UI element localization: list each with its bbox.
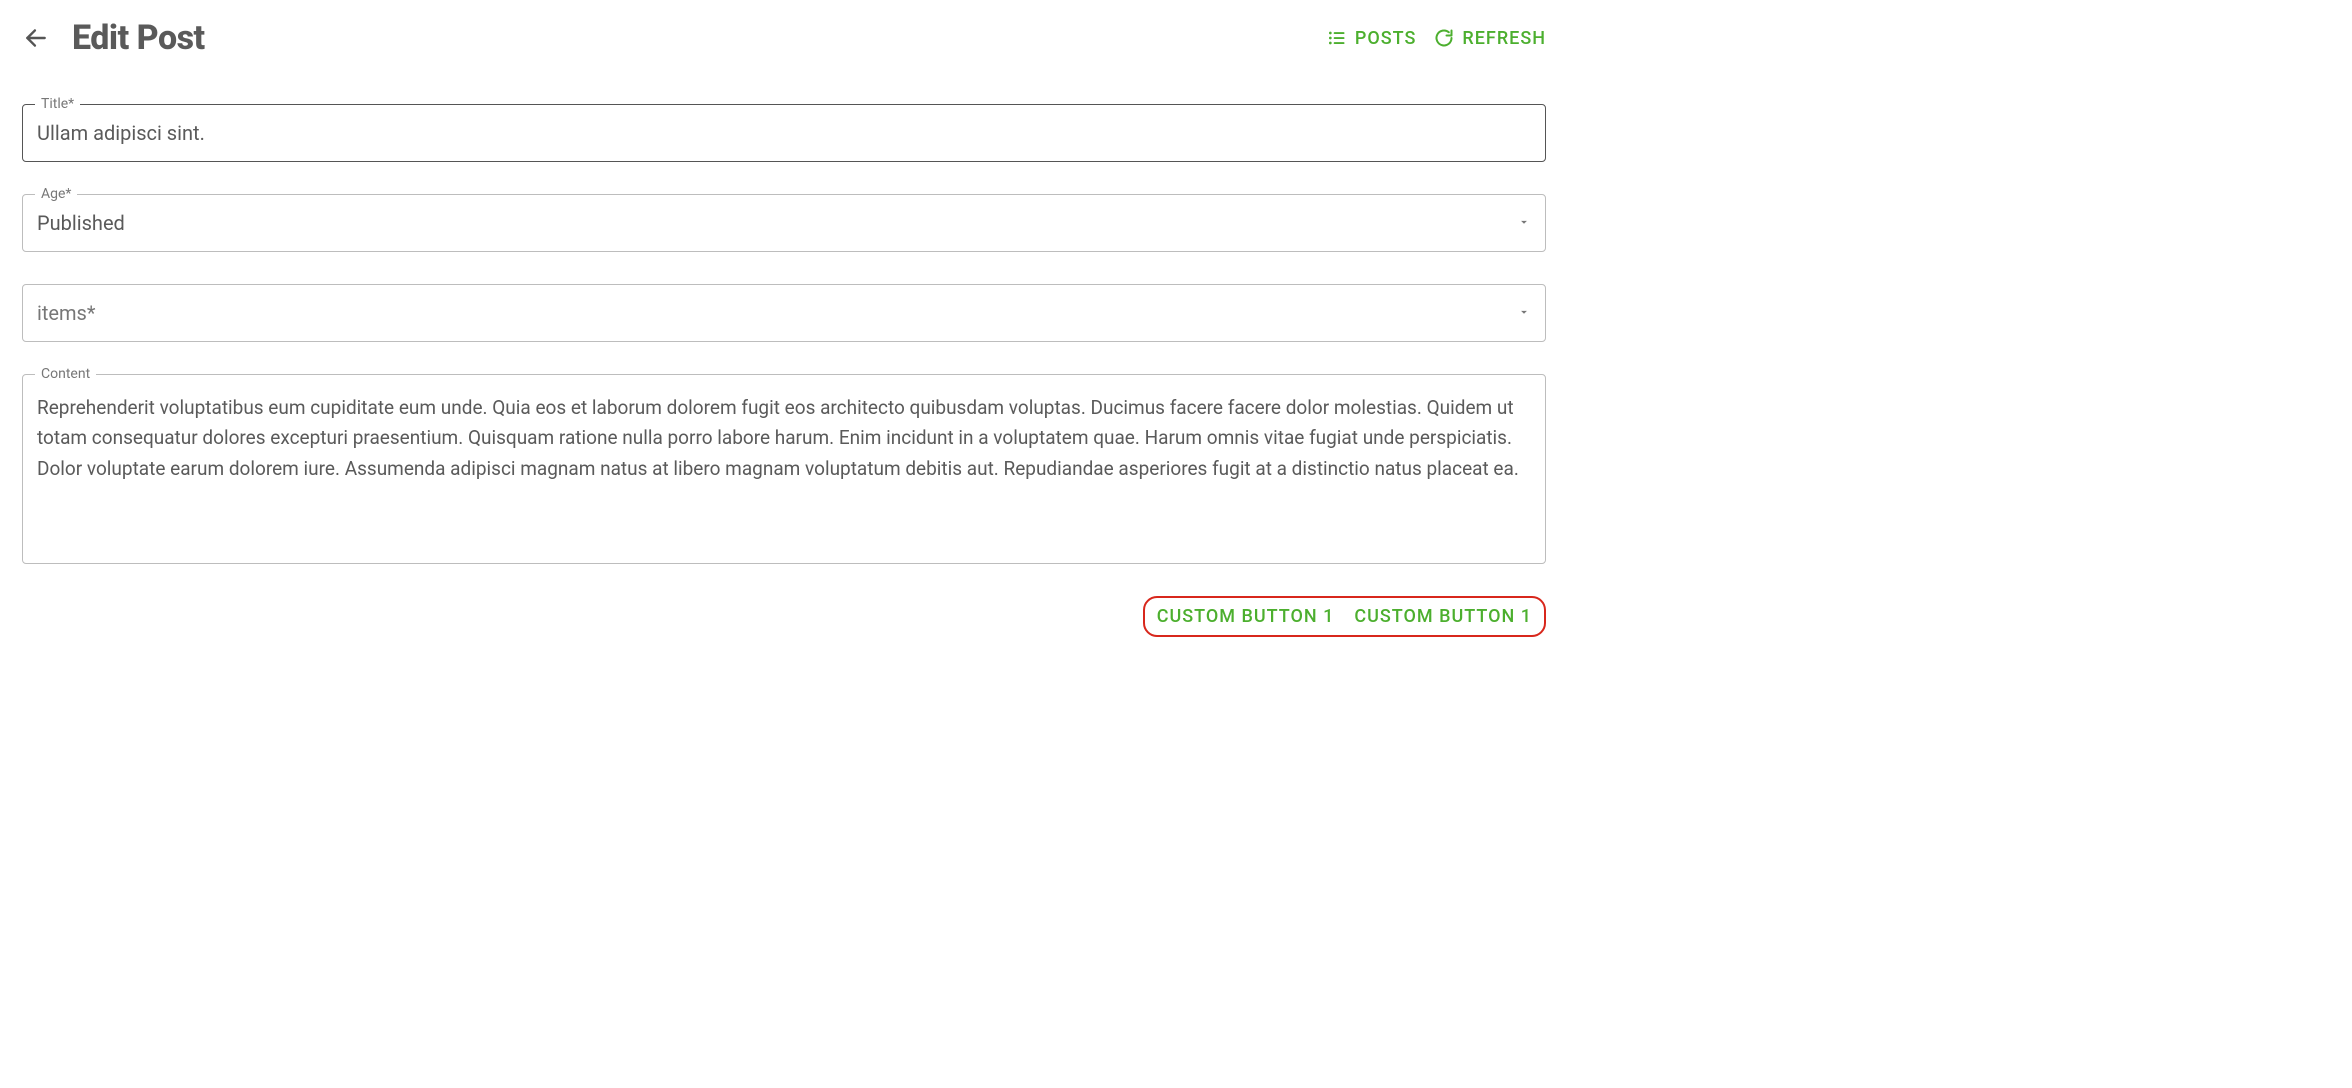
footer-highlight-box: CUSTOM BUTTON 1 CUSTOM BUTTON 1	[1143, 596, 1546, 637]
form: Title* Age* Published items*	[22, 104, 1546, 564]
age-value: Published	[37, 211, 125, 235]
content-field: Content	[22, 374, 1546, 564]
arrow-left-icon	[23, 25, 49, 51]
footer: CUSTOM BUTTON 1 CUSTOM BUTTON 1	[22, 596, 1546, 637]
items-placeholder: items*	[37, 301, 96, 325]
items-field: items*	[22, 284, 1546, 342]
header-left: Edit Post	[22, 18, 205, 58]
refresh-label: REFRESH	[1462, 28, 1546, 49]
list-icon	[1327, 28, 1347, 48]
title-input[interactable]	[23, 105, 1545, 161]
refresh-button[interactable]: REFRESH	[1434, 28, 1546, 49]
title-label: Title*	[35, 96, 80, 112]
age-field: Age* Published	[22, 194, 1546, 252]
posts-link[interactable]: POSTS	[1327, 28, 1417, 49]
back-button[interactable]	[22, 24, 50, 52]
caret-down-icon	[1517, 214, 1531, 233]
custom-button-1[interactable]: CUSTOM BUTTON 1	[1157, 606, 1335, 627]
custom-button-2[interactable]: CUSTOM BUTTON 1	[1354, 606, 1532, 627]
title-field: Title*	[22, 104, 1546, 162]
age-select[interactable]: Published	[23, 195, 1545, 251]
content-textarea[interactable]	[23, 375, 1545, 559]
page-title: Edit Post	[72, 18, 205, 58]
header-right: POSTS REFRESH	[1327, 28, 1546, 49]
page-header: Edit Post POSTS REFRESH	[22, 18, 1546, 58]
caret-down-icon	[1517, 304, 1531, 323]
refresh-icon	[1434, 28, 1454, 48]
content-label: Content	[35, 366, 96, 382]
age-label: Age*	[35, 186, 77, 202]
posts-label: POSTS	[1355, 28, 1417, 49]
items-select[interactable]: items*	[23, 285, 1545, 341]
